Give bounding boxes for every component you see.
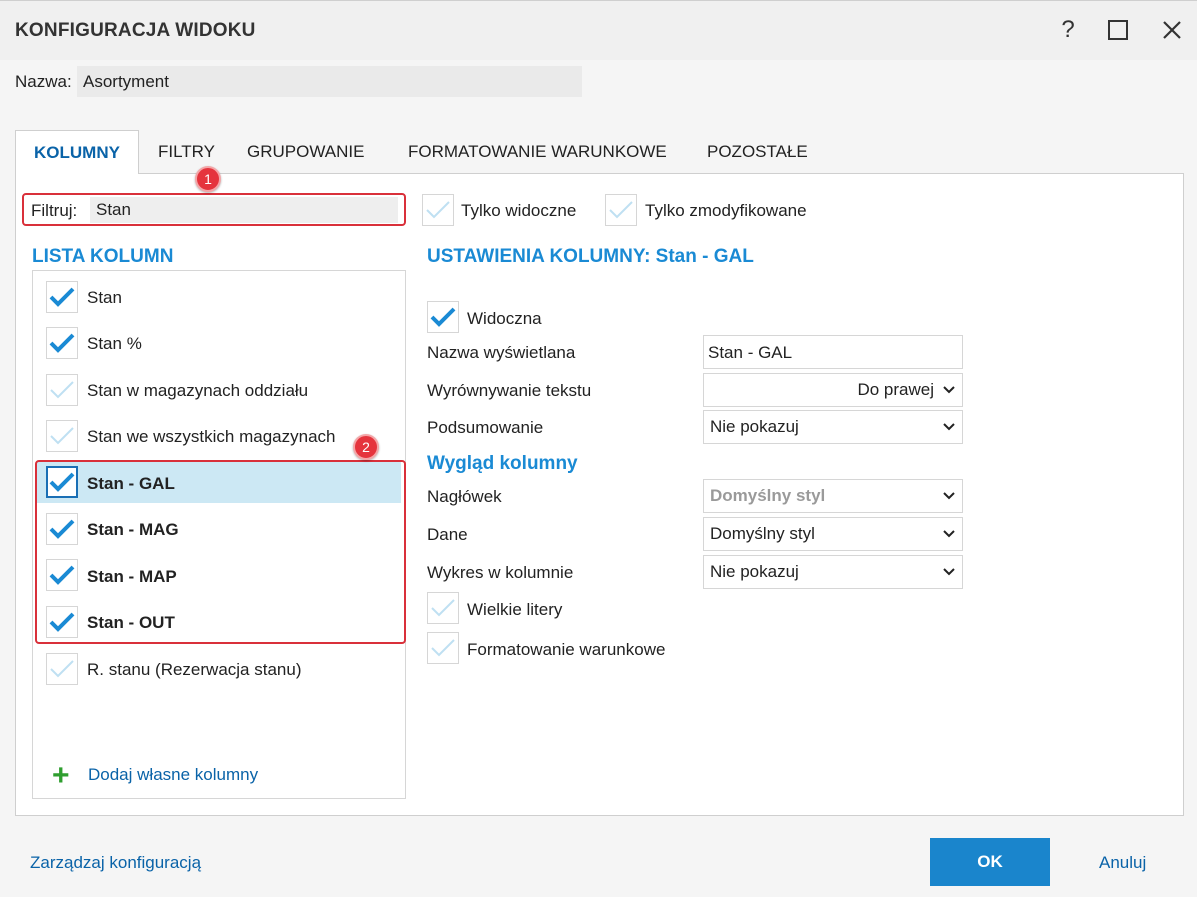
column-checkbox-stan[interactable] (46, 281, 78, 313)
chevron-down-icon (943, 386, 955, 394)
header-style-value: Domyślny styl (710, 486, 826, 505)
text-align-select[interactable]: Do prawej (703, 373, 963, 407)
manage-config-link[interactable]: Zarządzaj konfiguracją (30, 853, 201, 873)
chart-select[interactable]: Nie pokazuj (703, 555, 963, 589)
maximize-icon (1108, 20, 1128, 40)
only-visible-checkbox[interactable] (422, 194, 454, 226)
summary-value: Nie pokazuj (710, 417, 799, 436)
annotation-badge-2: 2 (353, 434, 379, 460)
only-modified-checkbox[interactable] (605, 194, 637, 226)
check-icon (430, 307, 456, 327)
close-icon (1163, 21, 1181, 39)
conditional-format-checkbox[interactable] (427, 632, 459, 664)
chart-label: Wykres w kolumnie (427, 563, 574, 582)
chart-value: Nie pokazuj (710, 562, 799, 581)
check-icon (49, 287, 75, 307)
visible-checkbox[interactable] (427, 301, 459, 333)
name-label: Nazwa: (15, 72, 72, 91)
check-icon (609, 201, 633, 219)
annotation-badge-1: 1 (195, 166, 221, 192)
column-checkbox-stan-wszystkich[interactable] (46, 420, 78, 452)
data-style-value: Domyślny styl (710, 524, 815, 543)
name-field[interactable]: Asortyment (77, 66, 582, 97)
tab-formatowanie-warunkowe[interactable]: FORMATOWANIE WARUNKOWE (408, 130, 667, 174)
close-button[interactable] (1156, 14, 1188, 46)
check-icon (49, 333, 75, 353)
check-icon (426, 201, 450, 219)
header-style-label: Nagłówek (427, 487, 502, 506)
summary-select[interactable]: Nie pokazuj (703, 410, 963, 444)
tab-kolumny[interactable]: KOLUMNY (15, 130, 139, 174)
plus-icon[interactable]: + (52, 761, 70, 791)
text-align-value: Do prawej (857, 380, 934, 399)
filter-label: Filtruj: (31, 201, 78, 220)
tab-grupowanie[interactable]: GRUPOWANIE (247, 130, 364, 174)
tab-pozostale[interactable]: POZOSTAŁE (707, 130, 808, 174)
check-icon (431, 599, 455, 617)
help-button[interactable]: ? (1052, 14, 1084, 46)
help-icon: ? (1061, 16, 1075, 43)
check-icon (50, 660, 74, 678)
filter-input[interactable]: Stan (90, 197, 398, 223)
check-icon (50, 427, 74, 445)
check-icon (50, 381, 74, 399)
column-item-label[interactable]: Stan w magazynach oddziału (87, 381, 308, 401)
column-item-label[interactable]: Stan we wszystkich magazynach (87, 427, 336, 447)
conditional-format-label: Formatowanie warunkowe (467, 640, 666, 659)
selection-highlight-box (35, 460, 406, 644)
data-style-select[interactable]: Domyślny styl (703, 517, 963, 551)
display-name-input[interactable]: Stan - GAL (703, 335, 963, 369)
check-icon (431, 639, 455, 657)
cancel-button[interactable]: Anuluj (1099, 853, 1146, 873)
data-style-label: Dane (427, 525, 468, 544)
column-item-label[interactable]: Stan (87, 288, 122, 308)
ok-button[interactable]: OK (930, 838, 1050, 886)
visible-label: Widoczna (467, 309, 542, 328)
chevron-down-icon (943, 530, 955, 538)
add-columns-link[interactable]: Dodaj własne kolumny (88, 765, 258, 785)
chevron-down-icon (943, 568, 955, 576)
display-name-label: Nazwa wyświetlana (427, 343, 576, 362)
chevron-down-icon (943, 423, 955, 431)
header-style-select[interactable]: Domyślny styl (703, 479, 963, 513)
column-list-title: LISTA KOLUMN (32, 246, 174, 267)
dialog-title: KONFIGURACJA WIDOKU (15, 20, 256, 41)
only-visible-label: Tylko widoczne (461, 201, 577, 220)
chevron-down-icon (943, 492, 955, 500)
text-align-label: Wyrównywanie tekstu (427, 381, 592, 400)
column-settings-title: USTAWIENIA KOLUMNY: Stan - GAL (427, 246, 754, 267)
column-checkbox-rezerwacja[interactable] (46, 653, 78, 685)
only-modified-label: Tylko zmodyfikowane (645, 201, 807, 220)
uppercase-label: Wielkie litery (467, 600, 563, 619)
appearance-title: Wygląd kolumny (427, 453, 578, 474)
summary-label: Podsumowanie (427, 418, 544, 437)
maximize-button[interactable] (1102, 14, 1134, 46)
column-item-label[interactable]: R. stanu (Rezerwacja stanu) (87, 660, 301, 680)
column-checkbox-stan-oddzialu[interactable] (46, 374, 78, 406)
column-checkbox-stan-procent[interactable] (46, 327, 78, 359)
uppercase-checkbox[interactable] (427, 592, 459, 624)
column-item-label[interactable]: Stan % (87, 334, 142, 354)
